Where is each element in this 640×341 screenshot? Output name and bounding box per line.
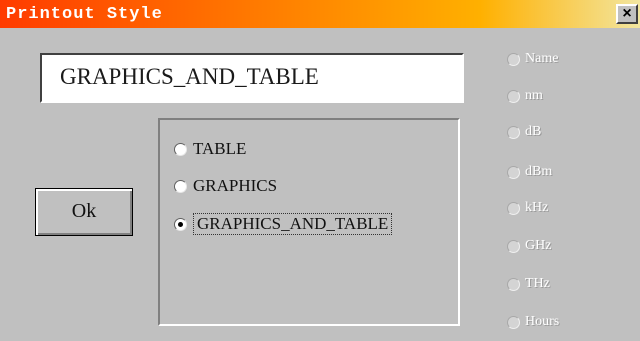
unit-option-label: dB bbox=[525, 124, 542, 139]
unit-option-label: dBm bbox=[525, 164, 553, 179]
radio-option-label: GRAPHICS bbox=[193, 176, 278, 195]
unit-option-label: kHz bbox=[525, 200, 549, 215]
radio-icon bbox=[507, 239, 520, 253]
radio-icon[interactable] bbox=[174, 142, 187, 156]
unit-option-name: Name bbox=[507, 49, 558, 69]
radio-icon bbox=[507, 315, 520, 329]
unit-option-label: nm bbox=[525, 88, 543, 103]
unit-option-label: THz bbox=[525, 276, 550, 291]
unit-option-label: GHz bbox=[525, 238, 552, 253]
unit-option-label: Name bbox=[525, 51, 559, 66]
unit-option-nm: nm bbox=[507, 86, 543, 106]
unit-option-db: dB bbox=[507, 122, 541, 142]
radio-icon bbox=[507, 125, 520, 139]
radio-icon bbox=[507, 52, 520, 66]
radio-option-table[interactable]: TABLE bbox=[174, 138, 246, 160]
radio-icon[interactable] bbox=[174, 179, 187, 193]
radio-option-graphics-and-table[interactable]: GRAPHICS_AND_TABLE bbox=[174, 213, 393, 235]
ok-button[interactable]: Ok bbox=[35, 188, 133, 236]
close-button[interactable]: × bbox=[616, 4, 638, 24]
unit-option-dbm: dBm bbox=[507, 162, 552, 182]
unit-option-khz: kHz bbox=[507, 198, 548, 218]
radio-option-label: TABLE bbox=[193, 139, 247, 158]
title-bar[interactable]: Printout Style × bbox=[0, 0, 640, 28]
unit-option-thz: THz bbox=[507, 274, 550, 294]
radio-icon bbox=[507, 165, 520, 179]
unit-option-ghz: GHz bbox=[507, 236, 551, 256]
close-icon: × bbox=[622, 5, 632, 22]
unit-option-hours: Hours bbox=[507, 312, 559, 332]
window-title: Printout Style bbox=[6, 5, 163, 24]
selected-style-display: GRAPHICS_AND_TABLE bbox=[40, 53, 464, 103]
radio-option-label: GRAPHICS_AND_TABLE bbox=[193, 213, 393, 235]
unit-option-label: Hours bbox=[525, 314, 560, 329]
radio-option-graphics[interactable]: GRAPHICS bbox=[174, 175, 277, 197]
radio-icon bbox=[507, 277, 520, 291]
radio-selected-icon[interactable] bbox=[174, 217, 187, 231]
radio-icon bbox=[507, 201, 520, 215]
radio-icon bbox=[507, 89, 520, 103]
